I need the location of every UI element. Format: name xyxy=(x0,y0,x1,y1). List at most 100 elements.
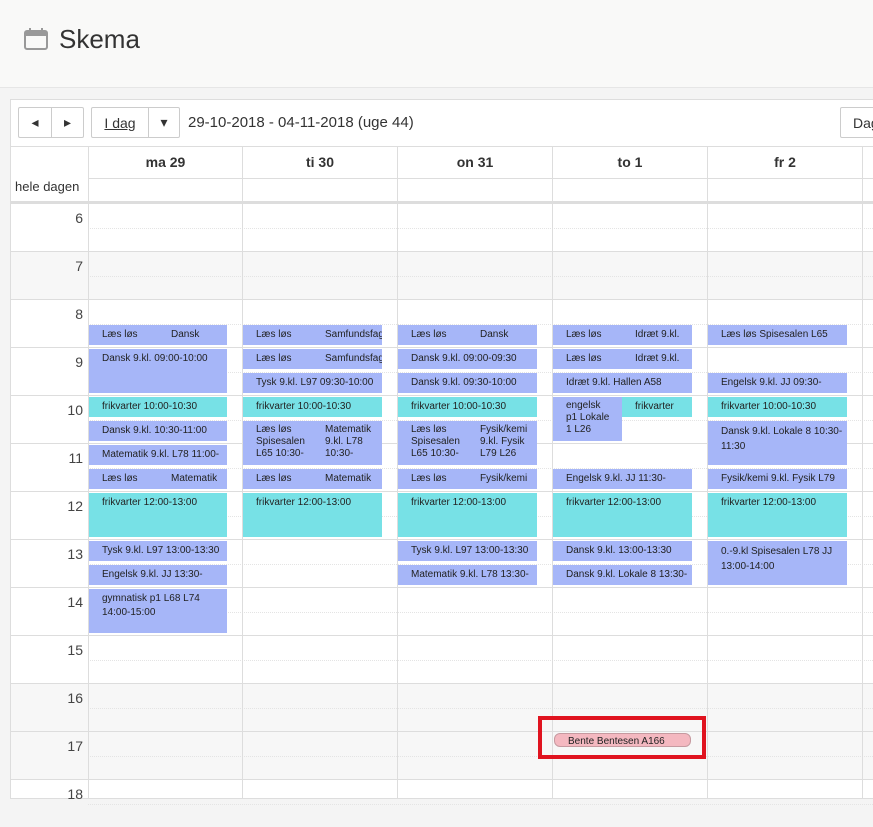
event-wednesday-tysk[interactable]: Tysk 9.kl. L97 13:00-13:30 xyxy=(398,541,537,561)
day-view-button[interactable]: Dag xyxy=(840,107,873,138)
event-friday-frikvarter[interactable]: frikvarter 10:00-10:30 xyxy=(708,397,847,417)
event-title: Læs løs xyxy=(102,329,138,340)
event-subject: Matematik xyxy=(171,473,218,484)
event-wednesday-dansk[interactable]: Dansk 9.kl. 09:00-09:30 xyxy=(398,349,537,369)
event-wednesday-laes-los[interactable]: Læs løs Dansk xyxy=(398,325,537,345)
event-thursday-laes-los[interactable]: Læs løs Idræt 9.kl. xyxy=(553,325,692,345)
next-week-button[interactable]: ▸ xyxy=(51,107,84,138)
event-monday-dansk-2[interactable]: Dansk 9.kl. 10:30-11:00 xyxy=(89,421,227,441)
hour-row-7[interactable]: 7 xyxy=(11,251,873,299)
hour-label: 15 xyxy=(67,642,83,658)
event-thursday-engelsk-2[interactable]: Engelsk 9.kl. JJ 11:30- xyxy=(553,469,692,489)
event-tuesday-frikvarter-2[interactable]: frikvarter 12:00-13:00 xyxy=(243,493,382,537)
event-monday-engelsk[interactable]: Engelsk 9.kl. JJ 13:30- xyxy=(89,565,227,585)
event-subject: Idræt 9.kl. xyxy=(635,353,680,364)
event-friday-laes-los[interactable]: Læs løs Spisesalen L65 xyxy=(708,325,847,345)
event-room: 1 L26 xyxy=(566,424,592,435)
event-thursday-dansk[interactable]: Dansk 9.kl. 13:00-13:30 xyxy=(553,541,692,561)
event-time: 14:00-15:00 xyxy=(102,607,156,618)
event-monday-frikvarter-2[interactable]: frikvarter 12:00-13:00 xyxy=(89,493,227,537)
event-wednesday-frikvarter[interactable]: frikvarter 10:00-10:30 xyxy=(398,397,537,417)
event-title: Matematik xyxy=(325,424,372,435)
event-title: 0.-9.kl Spisesalen L78 JJ xyxy=(721,546,833,557)
event-tuesday-laes-los-3[interactable]: Læs løs Spisesalen L65 10:30- xyxy=(243,421,312,465)
event-title: Læs løs xyxy=(411,424,447,435)
event-subject: Dansk xyxy=(480,329,509,340)
day-header-wednesday[interactable]: on 31 xyxy=(397,147,552,179)
event-friday-dansk[interactable]: Dansk 9.kl. Lokale 8 10:30- 11:30 xyxy=(708,421,847,465)
event-wednesday-laes-los-2[interactable]: Læs løs Spisesalen L65 10:30- xyxy=(398,421,467,465)
event-thursday-dansk-2[interactable]: Dansk 9.kl. Lokale 8 13:30- xyxy=(553,565,692,585)
hour-row-16[interactable]: 16 xyxy=(11,683,873,731)
event-wednesday-fysik-kemi[interactable]: Fysik/kemi 9.kl. Fysik L79 L26 xyxy=(467,421,537,465)
day-header-friday[interactable]: fr 2 xyxy=(707,147,862,179)
hour-label: 13 xyxy=(67,546,83,562)
hour-label: 17 xyxy=(67,738,83,754)
event-tuesday-frikvarter[interactable]: frikvarter 10:00-10:30 xyxy=(243,397,382,417)
event-title: Læs løs xyxy=(256,424,292,435)
event-thursday-engelsk[interactable]: engelsk p1 Lokale 1 L26 xyxy=(553,397,622,441)
highlight-box xyxy=(538,716,706,759)
page-header: Skema xyxy=(0,0,873,88)
event-tuesday-matematik[interactable]: Matematik 9.kl. L78 10:30- xyxy=(312,421,382,465)
event-friday-fysik-kemi[interactable]: Fysik/kemi 9.kl. Fysik L79 xyxy=(708,469,847,489)
event-title: Læs løs xyxy=(256,353,292,364)
day-header-monday[interactable]: ma 29 xyxy=(88,147,242,179)
today-button[interactable]: I dag xyxy=(91,107,149,138)
event-thursday-frikvarter[interactable]: frikvarter xyxy=(622,397,692,417)
hour-row-15[interactable]: 15 xyxy=(11,635,873,683)
day-header-thursday[interactable]: to 1 xyxy=(552,147,707,179)
event-time: L65 10:30- xyxy=(411,448,459,459)
event-monday-laes-los-2[interactable]: Læs løs Matematik xyxy=(89,469,227,489)
event-monday-frikvarter[interactable]: frikvarter 10:00-10:30 xyxy=(89,397,227,417)
event-monday-matematik[interactable]: Matematik 9.kl. L78 11:00- xyxy=(89,445,227,465)
event-title: Fysik/kemi xyxy=(480,424,528,435)
event-title: engelsk xyxy=(566,400,601,411)
event-title: Læs løs xyxy=(566,353,602,364)
event-location: 9.kl. Fysik xyxy=(480,436,525,447)
event-title: Læs løs xyxy=(102,473,138,484)
hour-label: 7 xyxy=(75,258,83,274)
event-monday-tysk[interactable]: Tysk 9.kl. L97 13:00-13:30 xyxy=(89,541,227,561)
event-time: 10:30- xyxy=(325,448,354,459)
event-wednesday-matematik[interactable]: Matematik 9.kl. L78 13:30- xyxy=(398,565,537,585)
event-location: p1 Lokale xyxy=(566,412,610,423)
event-friday-frikvarter-2[interactable]: frikvarter 12:00-13:00 xyxy=(708,493,847,537)
event-tuesday-tysk[interactable]: Tysk 9.kl. L97 09:30-10:00 xyxy=(243,373,382,393)
event-tuesday-laes-los-4[interactable]: Læs løs Matematik xyxy=(243,469,382,489)
event-thursday-frikvarter-2[interactable]: frikvarter 12:00-13:00 xyxy=(553,493,692,537)
event-wednesday-frikvarter-2[interactable]: frikvarter 12:00-13:00 xyxy=(398,493,537,537)
event-monday-dansk[interactable]: Dansk 9.kl. 09:00-10:00 xyxy=(89,349,227,393)
hour-label: 6 xyxy=(75,210,83,226)
event-title: Læs løs xyxy=(256,329,292,340)
event-subject: Dansk xyxy=(171,329,200,340)
event-tuesday-laes-los[interactable]: Læs løs Samfundsfag xyxy=(243,325,382,345)
hour-label: 14 xyxy=(67,594,83,610)
event-monday-laes-los[interactable]: Læs løs Dansk xyxy=(89,325,227,345)
event-monday-gymnastik[interactable]: gymnatisk p1 L68 L74 14:00-15:00 xyxy=(89,589,227,633)
hour-row-6[interactable]: 6 xyxy=(11,203,873,251)
day-header-tuesday[interactable]: ti 30 xyxy=(242,147,397,179)
event-tuesday-laes-los-2[interactable]: Læs løs Samfundsfag xyxy=(243,349,382,369)
hour-row-17[interactable]: 17 xyxy=(11,731,873,779)
event-title: Dansk 9.kl. Lokale 8 10:30- xyxy=(721,426,843,437)
date-picker-dropdown-button[interactable]: ▾ xyxy=(148,107,180,138)
hour-row-18[interactable]: 18 xyxy=(11,779,873,827)
day-header-saturday[interactable] xyxy=(862,147,873,179)
all-day-label: hele dagen xyxy=(15,179,80,194)
hour-label: 12 xyxy=(67,498,83,514)
event-friday-spisesalen[interactable]: 0.-9.kl Spisesalen L78 JJ 13:00-14:00 xyxy=(708,541,847,585)
hour-label: 10 xyxy=(67,402,83,418)
event-thursday-idraet[interactable]: Idræt 9.kl. Hallen A58 xyxy=(553,373,692,393)
calendar-panel: ◂ ▸ I dag ▾ 29-10-2018 - 04-11-2018 (uge… xyxy=(10,99,873,805)
event-location: Spisesalen xyxy=(256,436,305,447)
prev-week-button[interactable]: ◂ xyxy=(18,107,51,138)
week-grid: ma 29 ti 30 on 31 to 1 fr 2 hele dagen 6… xyxy=(11,146,873,805)
event-wednesday-dansk-2[interactable]: Dansk 9.kl. 09:30-10:00 xyxy=(398,373,537,393)
event-thursday-laes-los-2[interactable]: Læs løs Idræt 9.kl. xyxy=(553,349,692,369)
event-wednesday-laes-los-3[interactable]: Læs løs Fysik/kemi xyxy=(398,469,537,489)
hour-label: 9 xyxy=(75,354,83,370)
all-day-row[interactable]: hele dagen xyxy=(11,179,873,203)
event-friday-engelsk[interactable]: Engelsk 9.kl. JJ 09:30- xyxy=(708,373,847,393)
event-title: Læs løs xyxy=(411,473,447,484)
